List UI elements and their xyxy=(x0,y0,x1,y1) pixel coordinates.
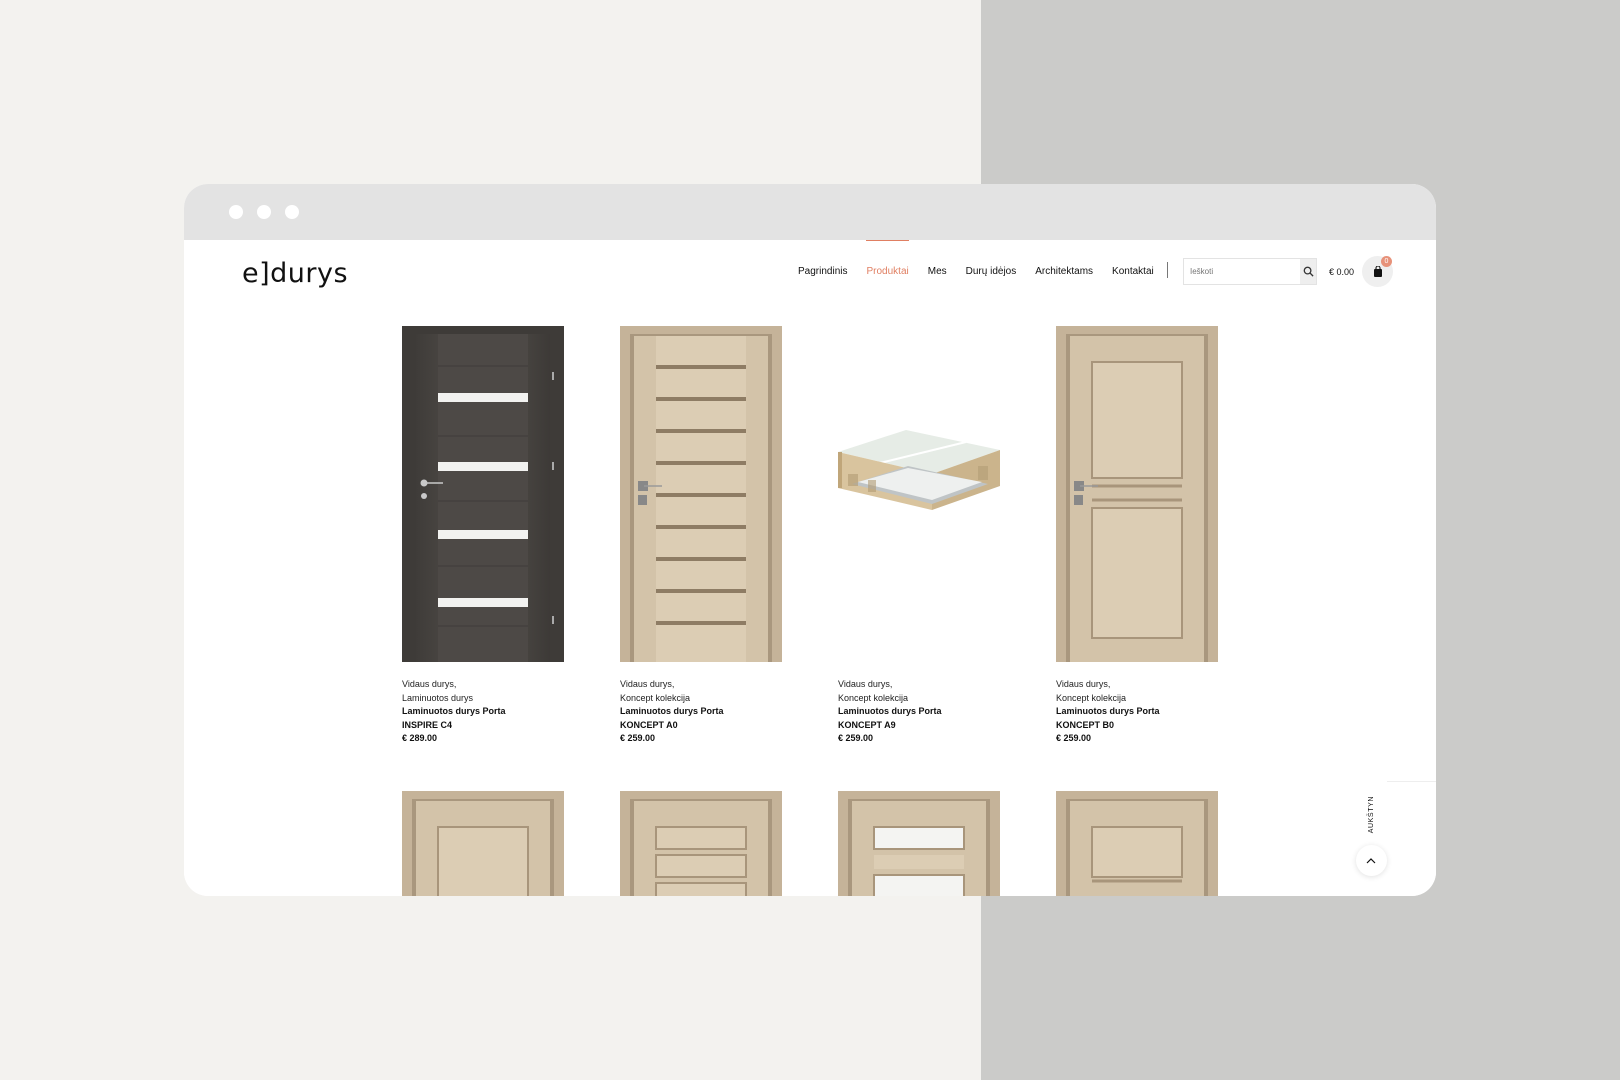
search-input[interactable] xyxy=(1184,259,1300,284)
back-to-top-label[interactable]: AUKŠTYN xyxy=(1368,796,1375,833)
search-button[interactable] xyxy=(1300,259,1316,284)
nav-kontaktai[interactable]: Kontaktai xyxy=(1112,266,1154,277)
door-image xyxy=(1056,326,1218,662)
nav-produktai[interactable]: Produktai xyxy=(866,240,909,277)
back-to-top-button[interactable] xyxy=(1355,845,1387,877)
product-price: € 259.00 xyxy=(838,733,874,743)
window-dot xyxy=(257,205,271,219)
cart-total[interactable]: € 0.00 xyxy=(1329,267,1354,277)
search-icon xyxy=(1303,266,1314,277)
window-dot xyxy=(285,205,299,219)
nav-architektams[interactable]: Architektams xyxy=(1035,266,1093,277)
product-model[interactable]: KONCEPT A9 xyxy=(838,719,1000,733)
product-image[interactable] xyxy=(838,791,1000,896)
back-to-top[interactable]: AUKŠTYN xyxy=(1349,796,1393,877)
product-name[interactable]: Laminuotos durys Porta xyxy=(1056,705,1218,719)
product-category[interactable]: Vidaus durys, xyxy=(1056,678,1218,692)
nav-pagrindinis[interactable]: Pagrindinis xyxy=(798,266,847,277)
product-image[interactable] xyxy=(402,791,564,896)
door-image xyxy=(1056,791,1218,896)
product-category[interactable]: Vidaus durys, xyxy=(620,678,782,692)
nav-mes[interactable]: Mes xyxy=(928,266,947,277)
product-name[interactable]: Laminuotos durys Porta xyxy=(838,705,1000,719)
browser-chrome xyxy=(184,184,1436,240)
product-image[interactable] xyxy=(1056,326,1218,662)
product-category[interactable]: Koncept kolekcija xyxy=(838,692,1000,706)
product-model[interactable]: KONCEPT A0 xyxy=(620,719,782,733)
nav-divider xyxy=(1167,262,1168,278)
product-image[interactable] xyxy=(620,791,782,896)
door-image xyxy=(402,791,564,896)
divider xyxy=(1387,781,1436,782)
product-category[interactable]: Vidaus durys, xyxy=(402,678,564,692)
main-nav: Pagrindinis Produktai Mes Durų idėjos Ar… xyxy=(798,240,1173,277)
door-image xyxy=(838,791,1000,896)
product-card[interactable] xyxy=(402,791,564,896)
product-image[interactable] xyxy=(1056,791,1218,896)
product-model[interactable]: INSPIRE C4 xyxy=(402,719,564,733)
product-card[interactable]: Vidaus durys, Koncept kolekcija Laminuot… xyxy=(838,326,1000,746)
product-category[interactable]: Laminuotos durys xyxy=(402,692,564,706)
product-image[interactable] xyxy=(402,326,564,662)
product-card[interactable] xyxy=(1056,791,1218,896)
door-image xyxy=(620,791,782,896)
product-name[interactable]: Laminuotos durys Porta xyxy=(620,705,782,719)
product-category[interactable]: Koncept kolekcija xyxy=(620,692,782,706)
site-logo[interactable]: e]durys xyxy=(242,258,348,289)
door-image xyxy=(620,326,782,662)
product-name[interactable]: Laminuotos durys Porta xyxy=(402,705,564,719)
page: e]durys Pagrindinis Produktai Mes Durų i… xyxy=(184,240,1436,896)
product-card[interactable]: Vidaus durys, Laminuotos durys Laminuoto… xyxy=(402,326,564,746)
browser-window: e]durys Pagrindinis Produktai Mes Durų i… xyxy=(184,184,1436,896)
product-card[interactable] xyxy=(620,791,782,896)
product-card[interactable]: Vidaus durys, Koncept kolekcija Laminuot… xyxy=(620,326,782,746)
shopping-bag-icon xyxy=(1373,266,1382,277)
logo-text: e]durys xyxy=(242,258,349,289)
product-category[interactable]: Koncept kolekcija xyxy=(1056,692,1218,706)
cart-count-badge: 0 xyxy=(1381,256,1392,267)
product-price: € 259.00 xyxy=(1056,733,1092,743)
product-price: € 289.00 xyxy=(402,733,438,743)
product-card[interactable] xyxy=(838,791,1000,896)
product-image[interactable] xyxy=(620,326,782,662)
door-cross-section-image xyxy=(838,430,1000,510)
chevron-up-icon xyxy=(1366,858,1376,864)
nav-duru-idejos[interactable]: Durų idėjos xyxy=(966,266,1017,277)
door-image xyxy=(402,326,564,662)
product-model[interactable]: KONCEPT B0 xyxy=(1056,719,1218,733)
window-dot xyxy=(229,205,243,219)
product-price: € 259.00 xyxy=(620,733,656,743)
product-image[interactable] xyxy=(838,326,1000,662)
product-category[interactable]: Vidaus durys, xyxy=(838,678,1000,692)
search-box xyxy=(1183,258,1317,285)
product-card[interactable]: Vidaus durys, Koncept kolekcija Laminuot… xyxy=(1056,326,1218,746)
